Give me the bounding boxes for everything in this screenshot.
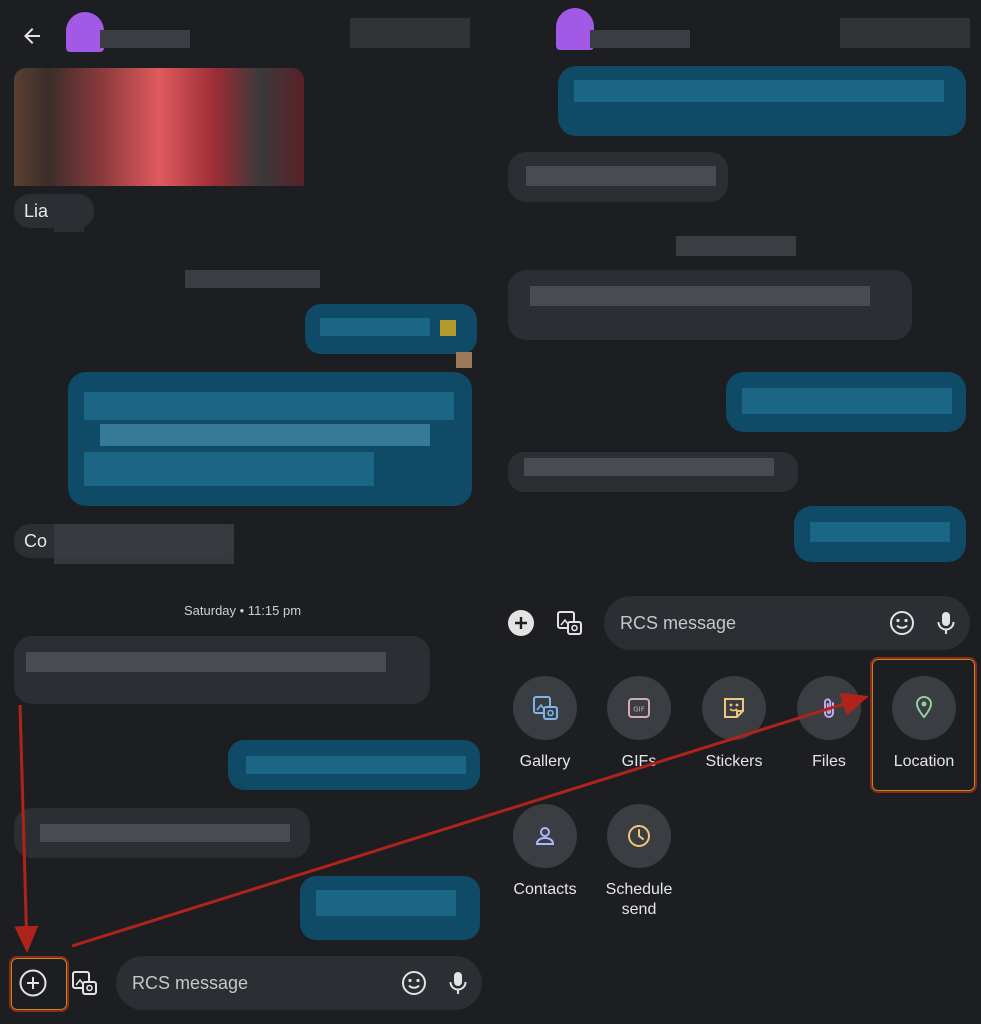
arrow-down — [14, 704, 39, 953]
annotation-arrows — [14, 692, 869, 953]
arrow-to-location — [71, 692, 869, 948]
